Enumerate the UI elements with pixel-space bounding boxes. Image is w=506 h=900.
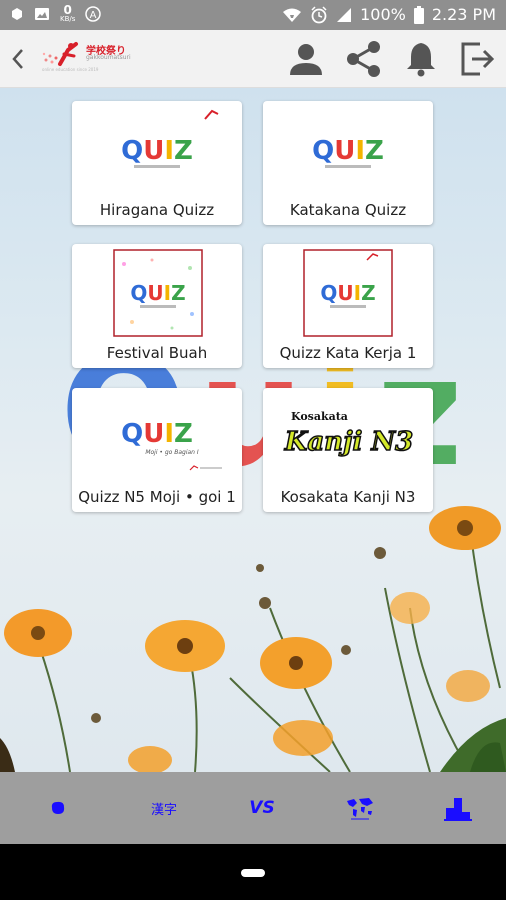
battery-percent: 100% <box>360 5 406 24</box>
nav-world[interactable] <box>340 790 380 826</box>
logo-mark-icon <box>42 42 78 66</box>
svg-text:QUIZ: QUIZ <box>312 136 384 166</box>
user-icon[interactable] <box>286 39 326 79</box>
quiz-thumbnail: QUIZ <box>113 249 203 337</box>
quiz-card-kata-kerja[interactable]: QUIZ Quizz Kata Kerja 1 <box>263 244 433 368</box>
quiz-card-label: Festival Buah <box>106 344 208 362</box>
flower <box>429 506 501 550</box>
nav-ranking[interactable] <box>438 790 478 826</box>
wifi-icon <box>283 8 302 22</box>
status-bar: 0 KB/s A 100% 2.23 PM <box>0 0 506 30</box>
flower <box>260 637 332 689</box>
app-a-icon: A <box>85 5 102 22</box>
logout-icon[interactable] <box>458 39 498 79</box>
nav-kanji[interactable]: 漢字 <box>144 790 184 826</box>
quiz-card-label: Katakana Quizz <box>289 201 407 219</box>
svg-text:QUIZ: QUIZ <box>320 281 375 305</box>
quiz-card-label: Kosakata Kanji N3 <box>280 488 416 506</box>
quiz-card-n5-moji-goi[interactable]: QUIZ Moji • go Bagian I Quizz N5 Moji • … <box>72 388 242 512</box>
blob-icon <box>51 801 65 814</box>
flower <box>446 670 490 702</box>
home-pill[interactable] <box>241 869 265 877</box>
podium-icon <box>444 798 472 821</box>
bell-icon[interactable] <box>401 39 441 79</box>
quiz-card-hiragana[interactable]: QUIZ Hiragana Quizz <box>72 101 242 225</box>
clock: 2.23 PM <box>431 5 496 24</box>
svg-text:A: A <box>90 10 97 21</box>
logo-subtitle: gakkoumatsuri <box>86 54 131 61</box>
quiz-card-kanji-n3[interactable]: Kosakata Kanji N3 Kosakata Kanji N3 <box>263 388 433 512</box>
flower <box>145 620 225 672</box>
nav-versus[interactable]: VS <box>242 790 282 826</box>
svg-text:QUIZ: QUIZ <box>121 419 193 449</box>
quiz-card-label: Quizz Kata Kerja 1 <box>279 344 417 362</box>
quiz-thumbnail: QUIZ <box>303 249 393 337</box>
flower <box>390 592 430 624</box>
svg-text:QUIZ: QUIZ <box>121 136 193 166</box>
bottom-nav: 漢字 VS <box>0 772 506 844</box>
nav-home[interactable] <box>38 790 78 826</box>
quiz-card-katakana[interactable]: QUIZ Katakana Quizz <box>263 101 433 225</box>
svg-text:Moji • go Bagian I: Moji • go Bagian I <box>145 449 199 456</box>
quiz-thumbnail: QUIZ <box>312 136 384 168</box>
share-icon[interactable] <box>344 39 384 79</box>
system-nav-bar <box>0 844 506 900</box>
status-left: 0 KB/s A <box>10 4 102 23</box>
flower <box>4 609 72 657</box>
battery-icon <box>413 5 424 24</box>
svg-text:Kosakata: Kosakata <box>291 410 348 423</box>
logo-tagline: online education since 2019 <box>42 67 99 72</box>
vs-icon: VS <box>249 798 275 818</box>
back-icon[interactable] <box>6 42 30 76</box>
app-bar: 学校祭り gakkoumatsuri online education sinc… <box>0 30 506 88</box>
world-map-icon <box>347 798 373 820</box>
flower <box>273 720 333 756</box>
content-area: Q u i z <box>0 88 506 772</box>
app-logo: 学校祭り gakkoumatsuri online education sinc… <box>38 40 142 76</box>
quiz-thumbnail: QUIZ Moji • go Bagian I <box>121 419 222 471</box>
network-speed-unit: KB/s <box>60 15 76 23</box>
status-right: 100% 2.23 PM <box>282 5 496 24</box>
quiz-card-festival-buah[interactable]: QUIZ Festival Buah <box>72 244 242 368</box>
svg-text:Kanji N3: Kanji N3 <box>284 427 414 457</box>
image-icon <box>35 7 49 20</box>
quiz-card-label: Quizz N5 Moji • goi 1 <box>78 488 236 506</box>
quiz-thumbnail: QUIZ <box>121 109 234 168</box>
flower <box>128 746 172 772</box>
svg-text:QUIZ: QUIZ <box>130 281 185 305</box>
kanji-n3-thumbnail: Kosakata Kanji N3 <box>283 410 414 458</box>
notification-icon <box>12 7 22 20</box>
signal-icon <box>337 7 352 22</box>
quiz-card-label: Hiragana Quizz <box>99 201 215 219</box>
alarm-icon <box>311 5 327 23</box>
network-speed: 0 KB/s <box>60 4 75 23</box>
kanji-icon: 漢字 <box>150 802 177 818</box>
